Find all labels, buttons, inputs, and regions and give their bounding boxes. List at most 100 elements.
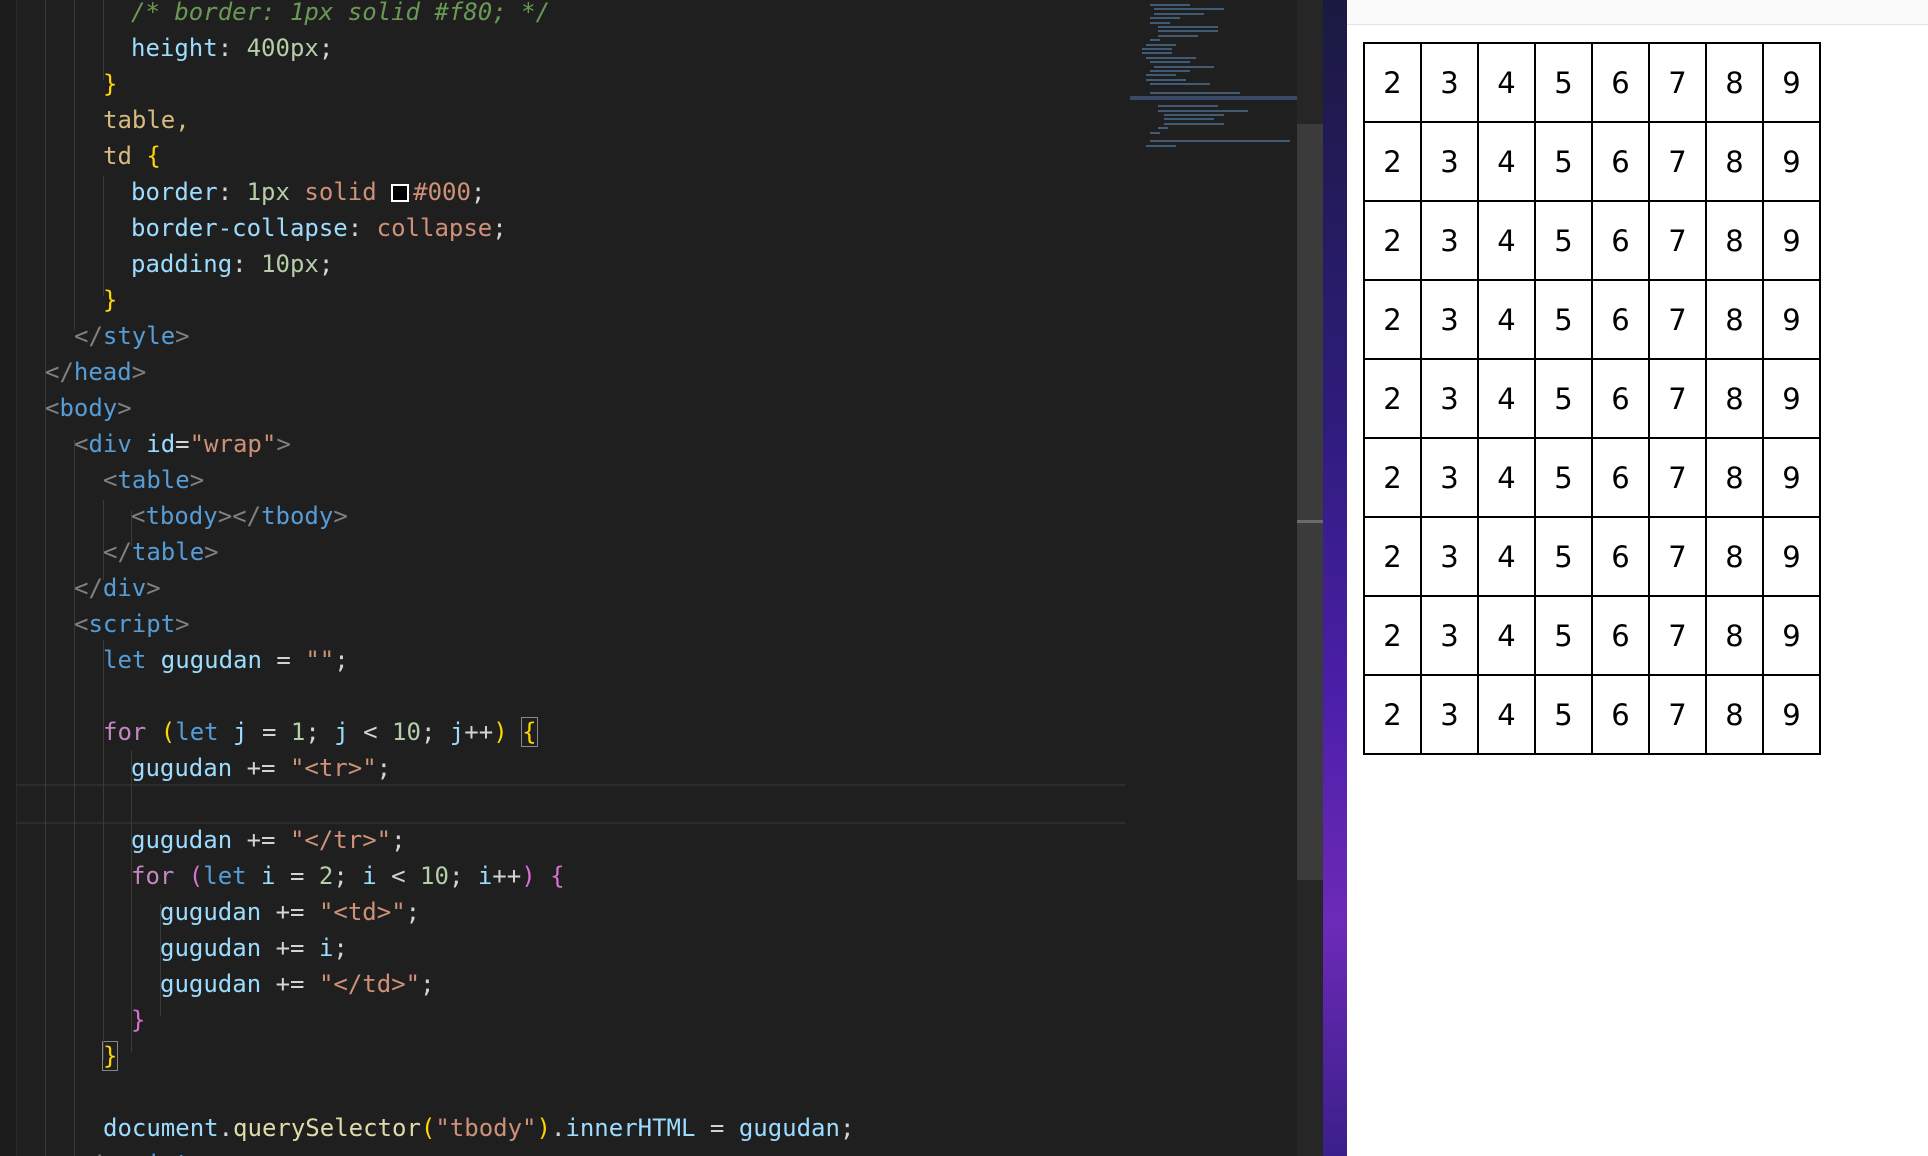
code-line[interactable]: border-collapse: collapse; xyxy=(131,210,507,246)
code-token: div xyxy=(102,574,147,602)
code-token: ; xyxy=(376,754,392,782)
code-token: div xyxy=(88,430,147,458)
code-token: : xyxy=(217,178,247,206)
table-cell: 4 xyxy=(1477,437,1536,518)
code-token: < xyxy=(45,394,60,422)
code-token: < xyxy=(74,430,89,458)
minimap-line xyxy=(1154,12,1204,15)
code-token: tbody xyxy=(145,502,218,530)
table-cell: 2 xyxy=(1363,674,1422,755)
code-token: { xyxy=(146,142,161,170)
code-line[interactable]: <table> xyxy=(103,462,204,498)
code-token: padding xyxy=(131,250,233,278)
code-line[interactable]: <body> xyxy=(45,390,132,426)
code-line[interactable]: </script> xyxy=(74,1146,204,1156)
table-cell: 7 xyxy=(1648,200,1707,281)
code-token: 10 xyxy=(392,718,421,746)
code-token: ; xyxy=(839,1114,855,1142)
code-line[interactable]: } xyxy=(131,1002,145,1038)
code-token: document xyxy=(103,1114,219,1142)
code-line[interactable]: padding: 10px; xyxy=(131,246,333,282)
minimap-line xyxy=(1154,8,1224,11)
table-cell: 5 xyxy=(1534,595,1593,676)
code-token: let xyxy=(175,718,234,746)
code-token: gugudan xyxy=(738,1114,840,1142)
code-token: j xyxy=(449,718,465,746)
code-line[interactable]: document.querySelector("tbody").innerHTM… xyxy=(103,1110,854,1146)
code-line[interactable]: gugudan += "</tr>"; xyxy=(131,822,406,858)
code-line[interactable]: gugudan += i; xyxy=(160,930,348,966)
minimap-slider[interactable] xyxy=(1130,96,1297,100)
code-line[interactable]: </table> xyxy=(103,534,219,570)
code-token: ++ xyxy=(464,718,494,746)
minimap-line xyxy=(1158,34,1198,37)
minimap-line xyxy=(1158,127,1168,130)
code-editor[interactable]: /* border: 1px solid #f80; */ height: 400… xyxy=(0,0,1297,1156)
code-lines[interactable]: /* border: 1px solid #f80; */ height: 400… xyxy=(0,0,1125,1156)
code-token: } xyxy=(101,1041,119,1071)
code-token: head xyxy=(73,358,132,386)
table-cell: 6 xyxy=(1591,279,1650,360)
code-token: = xyxy=(261,646,306,674)
code-line[interactable]: td { xyxy=(103,138,161,174)
code-token: for xyxy=(103,718,161,746)
code-line[interactable]: gugudan += "</td>"; xyxy=(160,966,435,1002)
table-cell: 2 xyxy=(1363,358,1422,439)
code-token: > xyxy=(189,466,205,494)
code-line[interactable]: gugudan += "<td>"; xyxy=(160,894,420,930)
table-row: 23456789 xyxy=(1363,674,1821,755)
code-token: style xyxy=(102,322,176,350)
code-token: > xyxy=(204,538,219,566)
code-token: > xyxy=(276,430,291,458)
code-token: ; xyxy=(470,178,486,206)
editor-scrollbar-thumb[interactable] xyxy=(1297,124,1323,880)
code-token: = xyxy=(175,430,190,458)
code-token: { xyxy=(521,717,538,747)
code-line[interactable]: height: 400px; xyxy=(131,30,333,66)
code-line[interactable]: <script> xyxy=(74,606,190,642)
code-token: ) xyxy=(536,1114,551,1142)
table-cell: 4 xyxy=(1477,121,1536,202)
code-line[interactable]: /* border: 1px solid #f80; */ xyxy=(131,0,550,30)
code-line[interactable]: let gugudan = ""; xyxy=(103,642,349,678)
code-line[interactable]: } xyxy=(101,1038,119,1074)
gugudan-tbody: 2345678923456789234567892345678923456789… xyxy=(1363,42,1821,755)
indent-guide xyxy=(103,0,104,80)
code-line[interactable]: for (let i = 2; i < 10; i++) { xyxy=(131,858,565,894)
minimap-line xyxy=(1164,122,1224,125)
code-token: < xyxy=(131,502,146,530)
indent-guide xyxy=(131,750,132,1052)
code-line[interactable]: </style> xyxy=(74,318,190,354)
code-token: solid xyxy=(289,178,392,206)
table-cell: 7 xyxy=(1648,595,1707,676)
code-token: > xyxy=(333,502,348,530)
code-line[interactable]: } xyxy=(103,282,117,318)
table-cell: 7 xyxy=(1648,121,1707,202)
table-cell: 3 xyxy=(1420,437,1479,518)
table-cell: 9 xyxy=(1762,437,1821,518)
code-token: ++ xyxy=(492,862,522,890)
code-token: } xyxy=(131,1006,146,1034)
minimap[interactable] xyxy=(1130,0,1297,160)
code-line[interactable]: <tbody></tbody> xyxy=(131,498,348,534)
code-line[interactable]: border: 1px solid #000; xyxy=(131,174,485,210)
code-line[interactable]: gugudan += "<tr>"; xyxy=(131,750,391,786)
code-token: j xyxy=(334,718,349,746)
minimap-line xyxy=(1158,30,1218,33)
table-cell: 4 xyxy=(1477,516,1536,597)
scrollbar-cursor-marker xyxy=(1297,520,1323,523)
code-token: > xyxy=(131,358,147,386)
table-cell: 5 xyxy=(1534,516,1593,597)
code-line[interactable]: </head> xyxy=(45,354,146,390)
code-token: ; xyxy=(334,646,349,674)
code-line[interactable]: </div> xyxy=(74,570,161,606)
code-line[interactable]: for (let j = 1; j < 10; j++) { xyxy=(103,714,538,750)
minimap-line xyxy=(1150,140,1290,143)
table-cell: 6 xyxy=(1591,437,1650,518)
code-token: ; xyxy=(420,970,435,998)
code-line[interactable]: table, xyxy=(103,102,190,138)
code-line[interactable]: <div id="wrap"> xyxy=(74,426,291,462)
code-token: ( xyxy=(420,1114,436,1142)
code-token: table, xyxy=(103,106,190,134)
code-line[interactable]: } xyxy=(103,66,117,102)
